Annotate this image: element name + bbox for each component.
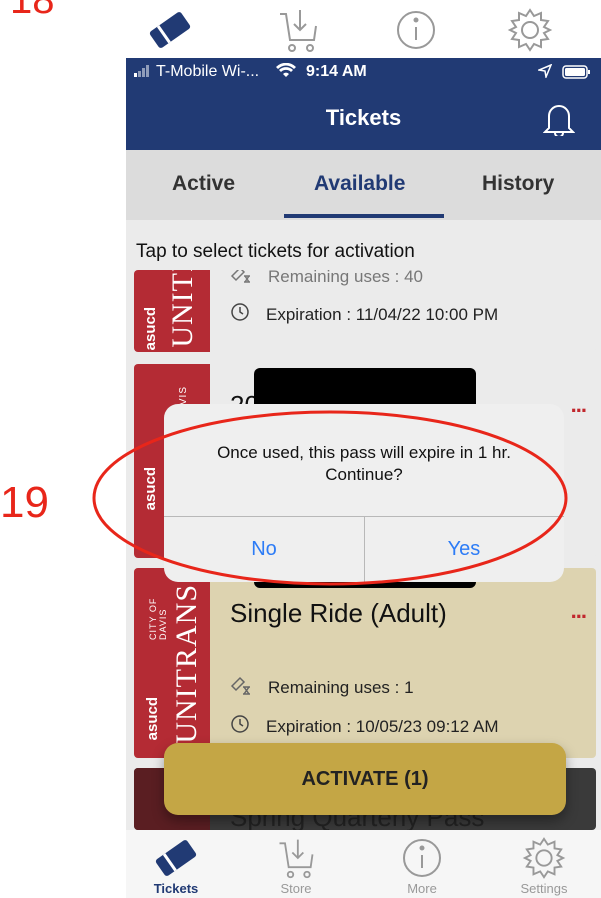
step-number-top: 18 (10, 0, 55, 22)
tab-selected-indicator (284, 214, 444, 218)
wifi-icon (276, 62, 296, 84)
bottom-tab-more[interactable]: More (382, 836, 462, 896)
remaining-uses-icon (230, 674, 268, 701)
tickets-icon (155, 840, 197, 876)
ticket-tabs: Active Available History (126, 150, 601, 220)
settings-gear-icon (522, 837, 566, 879)
tab-available[interactable]: Available (314, 172, 405, 196)
signal-icon (134, 64, 150, 82)
more-options-dots[interactable]: ... (571, 598, 587, 624)
more-options-dots[interactable]: ... (571, 392, 587, 418)
tickets-icon[interactable] (140, 4, 200, 56)
bottom-tab-store[interactable]: Store (256, 836, 336, 896)
ticket-title: Single Ride (Adult) (230, 598, 447, 628)
clock-icon (230, 714, 266, 739)
annotation-ellipse (92, 410, 568, 586)
info-icon[interactable] (386, 4, 446, 56)
remaining-uses: Remaining uses : 1 (230, 674, 414, 701)
expiration-row: Expiration : 11/04/22 10:00 PM (230, 302, 498, 327)
clock-icon (230, 302, 266, 327)
bottom-tab-settings[interactable]: Settings (504, 836, 584, 896)
location-arrow-icon (536, 63, 553, 83)
notification-bell-icon[interactable] (542, 102, 576, 138)
selection-hint: Tap to select tickets for activation (136, 241, 415, 262)
ticket-card[interactable]: UNITRANS asucd Remaining uses : 40 Expir… (134, 270, 596, 352)
expiration-row: Expiration : 10/05/23 09:12 AM (230, 714, 499, 739)
tab-history[interactable]: History (482, 172, 554, 196)
status-bar: T-Mobile Wi-... 9:14 AM (126, 58, 601, 88)
carrier-label: T-Mobile Wi-... (156, 63, 260, 80)
bottom-tab-bar: Tickets Store More Settings (126, 830, 601, 898)
remaining-uses-icon (230, 270, 268, 289)
info-icon (403, 839, 441, 877)
page-title: Tickets (325, 105, 402, 130)
activate-button[interactable]: ACTIVATE (1) (164, 743, 566, 815)
clock-time: 9:14 AM (306, 63, 367, 80)
unitrans-logo: UNITRANS asucd (134, 270, 210, 352)
bottom-tab-tickets[interactable]: Tickets (136, 836, 216, 896)
tab-active[interactable]: Active (172, 172, 235, 196)
battery-icon (562, 65, 592, 84)
settings-gear-icon[interactable] (500, 4, 560, 56)
ticket-card-selected[interactable]: UNITRANS asucd CITY OF DAVIS Single Ride… (134, 568, 596, 758)
unitrans-logo: UNITRANS asucd CITY OF DAVIS (134, 568, 210, 758)
header-bar: Tickets (126, 88, 601, 150)
store-cart-icon[interactable] (268, 4, 328, 56)
store-cart-icon (279, 839, 314, 879)
remaining-uses: Remaining uses : 40 (230, 270, 423, 289)
cropped-previous-tabbar: 18 (0, 0, 601, 58)
step-number-annotation: 19 (0, 478, 49, 527)
